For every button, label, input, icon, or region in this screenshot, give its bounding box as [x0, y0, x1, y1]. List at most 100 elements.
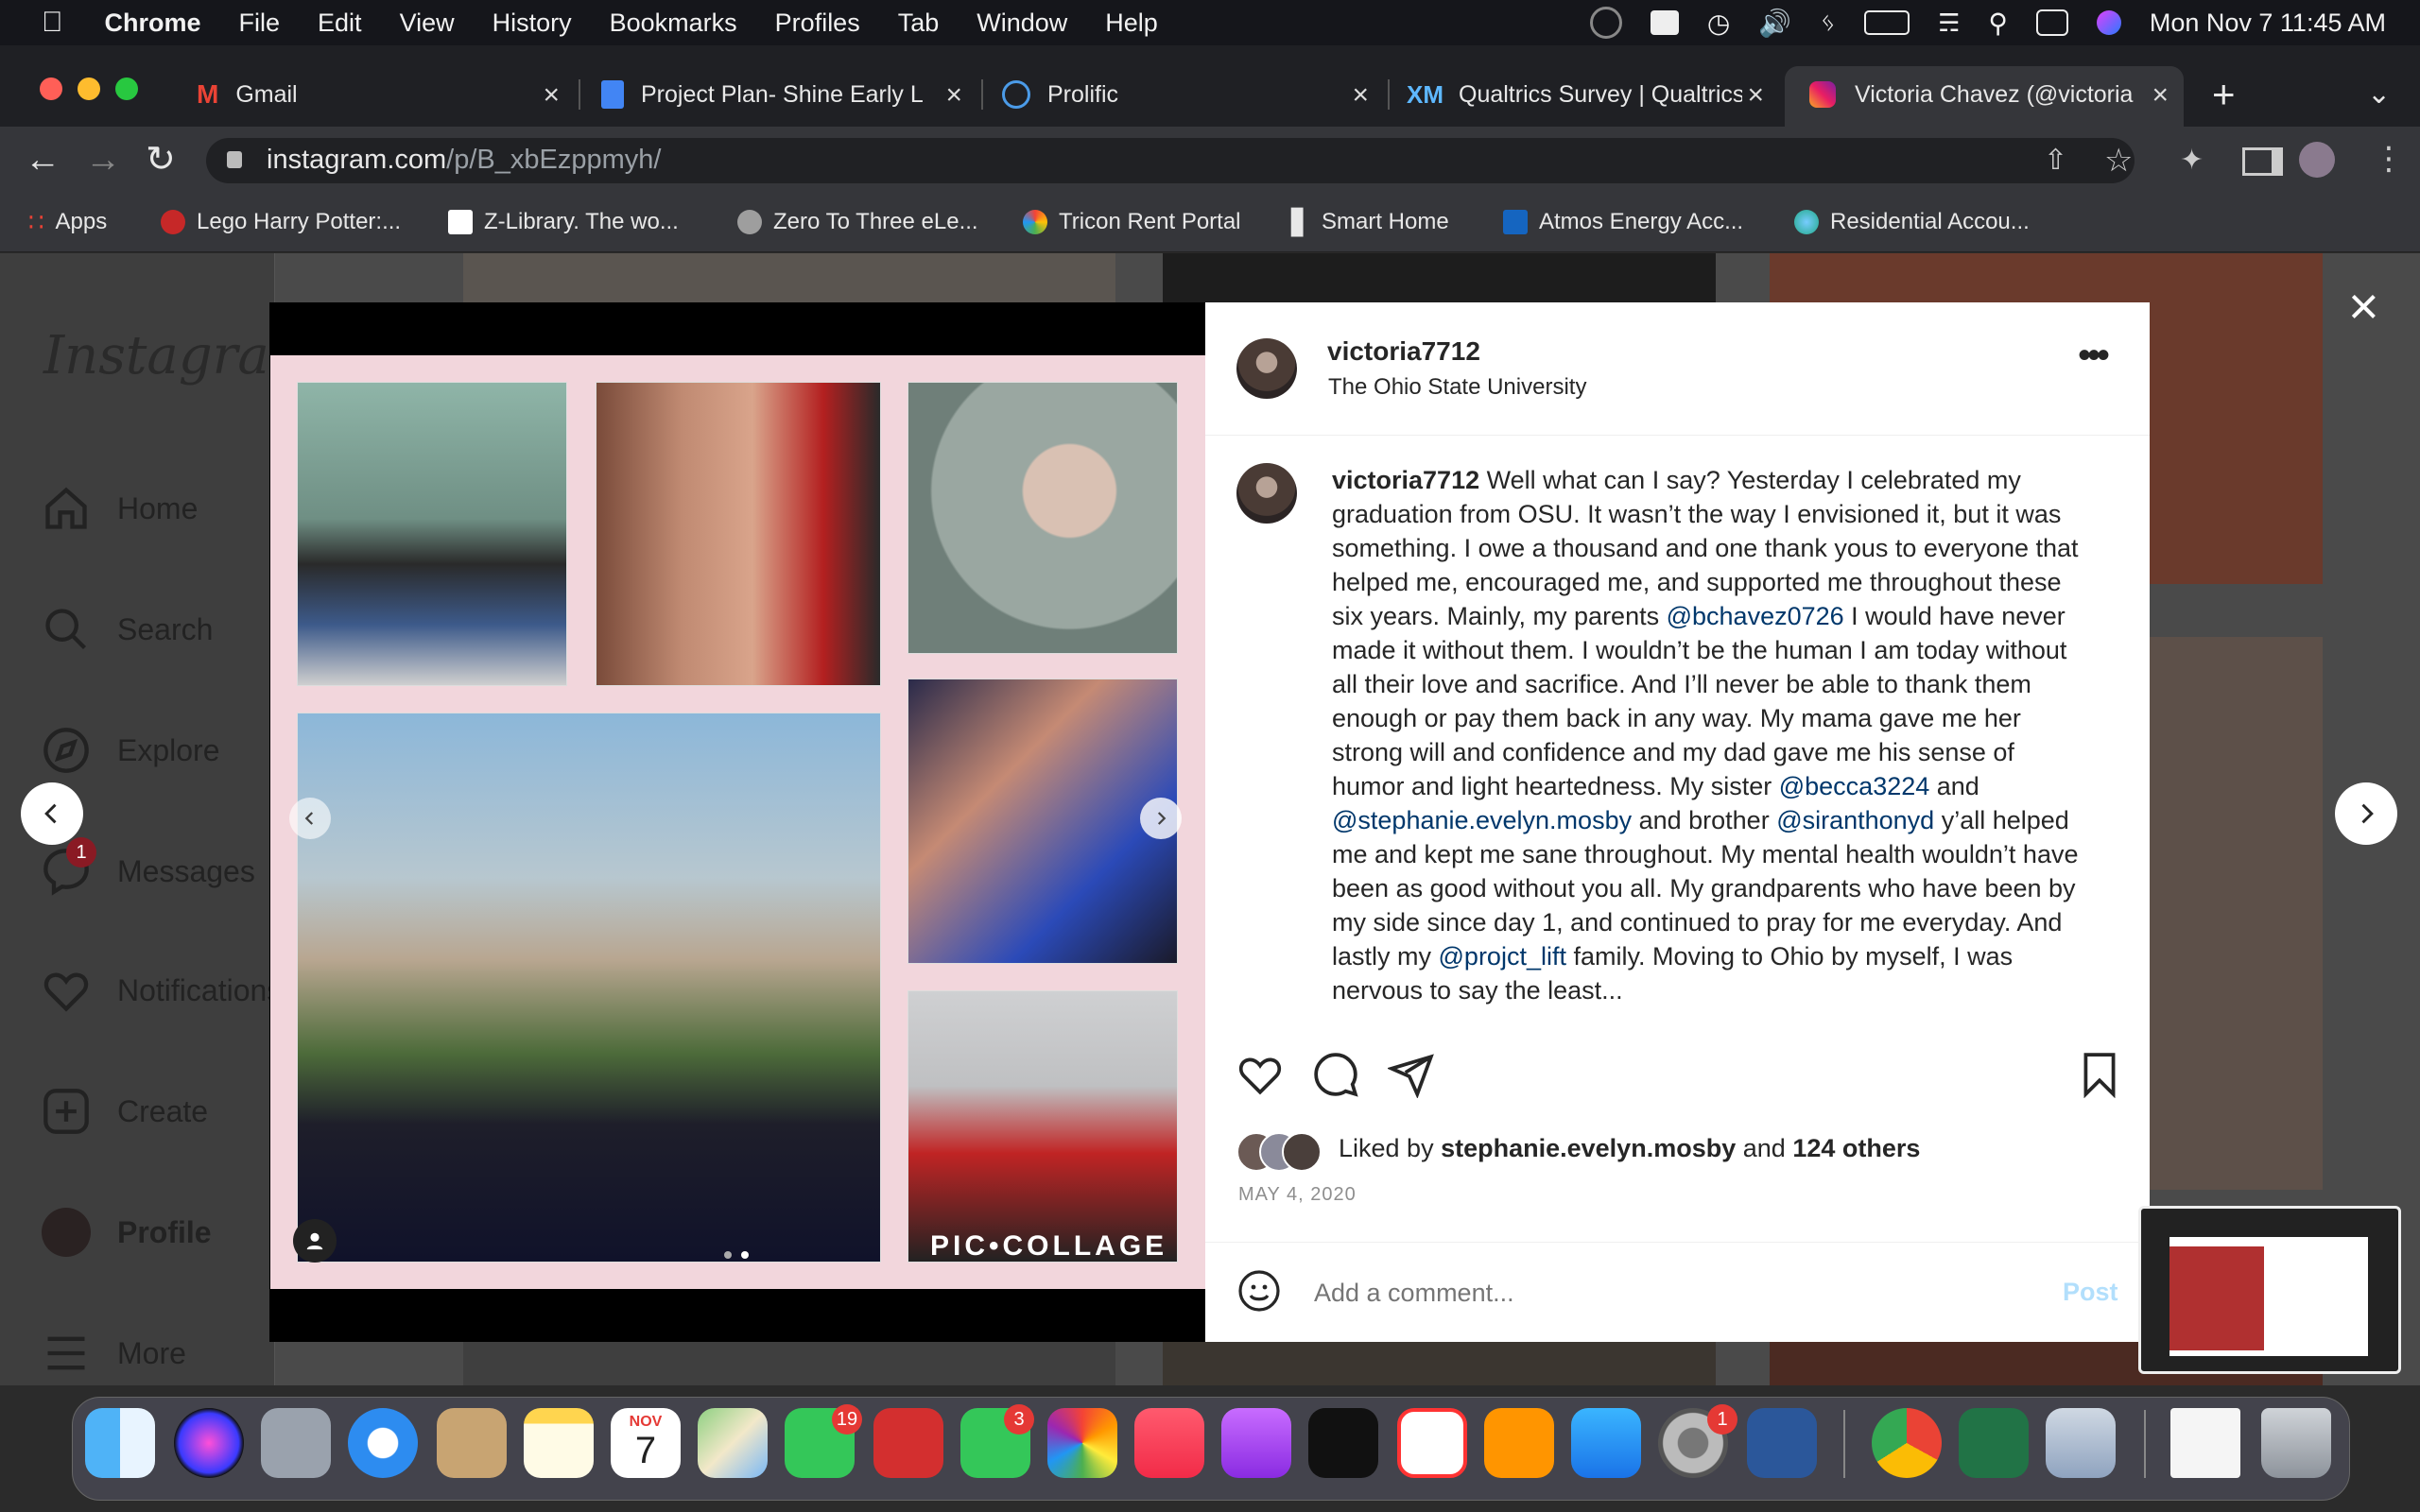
menu-file[interactable]: File — [239, 9, 281, 38]
close-tab-icon[interactable]: × — [2152, 79, 2169, 112]
dock-preview[interactable] — [2046, 1408, 2116, 1478]
dock-chrome[interactable] — [1872, 1408, 1942, 1478]
url-text[interactable]: instagram.com/p/B_xbEzppmyh/ — [267, 145, 661, 176]
bookmark-tricon[interactable]: Tricon Rent Portal — [1023, 207, 1241, 237]
nav-search[interactable]: Search — [42, 601, 213, 658]
dock-safari[interactable] — [348, 1408, 418, 1478]
dock-launchpad[interactable] — [261, 1408, 331, 1478]
dock-maps[interactable] — [698, 1408, 768, 1478]
caption-mention-link[interactable]: @projct_lift — [1439, 942, 1566, 971]
window-minimize-button[interactable] — [78, 77, 100, 100]
bookmark-lego[interactable]: Lego Harry Potter:... — [161, 207, 401, 237]
emoji-icon[interactable] — [1236, 1268, 1282, 1314]
tab-search-chevron-icon[interactable]: ⌄ — [2367, 77, 2391, 111]
chrome-menu-icon[interactable]: ⋮ — [2373, 140, 2405, 178]
new-tab-button[interactable]: + — [2212, 72, 2236, 117]
more-options-icon[interactable]: ••• — [2078, 336, 2110, 374]
caption-mention-link[interactable]: @becca3224 — [1779, 772, 1930, 800]
forward-button[interactable]: → — [85, 140, 121, 180]
dock-word[interactable] — [1747, 1408, 1817, 1478]
caption-author-avatar[interactable] — [1236, 463, 1297, 524]
reload-button[interactable]: ↻ — [146, 138, 176, 180]
nav-create[interactable]: Create — [42, 1083, 208, 1140]
spotlight-search-icon[interactable]: ⚲ — [1988, 8, 2008, 39]
nav-home[interactable]: Home — [42, 480, 198, 537]
caption-mention-link[interactable]: @stephanie.evelyn.mosby — [1332, 806, 1632, 834]
liked-by-username[interactable]: stephanie.evelyn.mosby — [1441, 1134, 1736, 1162]
dock-books[interactable] — [1484, 1408, 1554, 1478]
author-username[interactable]: victoria7712 — [1327, 336, 1480, 367]
dock-photos[interactable] — [1047, 1408, 1117, 1478]
author-avatar[interactable] — [1236, 338, 1297, 399]
menu-view[interactable]: View — [400, 9, 455, 38]
menu-app-name[interactable]: Chrome — [105, 9, 201, 38]
menu-history[interactable]: History — [493, 9, 572, 38]
dock-podcasts[interactable] — [1221, 1408, 1291, 1478]
nav-profile[interactable]: Profile — [42, 1204, 212, 1261]
dock-app-store[interactable] — [1571, 1408, 1641, 1478]
tab-project-plan[interactable]: Project Plan- Shine Early L × — [601, 68, 983, 121]
bookmark-star-icon[interactable]: ☆ — [2104, 142, 2133, 180]
caption-mention-link[interactable]: @bchavez0726 — [1667, 602, 1844, 630]
previous-post-button[interactable] — [21, 782, 83, 845]
menu-help[interactable]: Help — [1105, 9, 1158, 38]
close-tab-icon[interactable]: × — [945, 79, 962, 112]
bookmark-zlibrary[interactable]: Z-Library. The wo... — [448, 207, 679, 237]
battery-icon[interactable] — [1864, 10, 1910, 35]
post-comment-button[interactable]: Post — [2063, 1278, 2118, 1307]
close-tab-icon[interactable]: × — [1747, 79, 1764, 112]
post-date[interactable]: MAY 4, 2020 — [1238, 1184, 1357, 1206]
bookmark-zero-to-three[interactable]: Zero To Three eLe... — [737, 207, 978, 237]
profile-avatar[interactable] — [2299, 142, 2335, 178]
dock-finder[interactable] — [85, 1408, 155, 1478]
apple-icon[interactable]:  — [42, 7, 63, 39]
window-close-button[interactable] — [40, 77, 62, 100]
close-modal-icon[interactable]: × — [2348, 280, 2379, 333]
bookmark-apps[interactable]: ∷ Apps — [28, 207, 107, 237]
menu-tab[interactable]: Tab — [898, 9, 940, 38]
notification-icon[interactable] — [1650, 10, 1679, 35]
menu-profiles[interactable]: Profiles — [775, 9, 860, 38]
dock-trash[interactable] — [2261, 1408, 2331, 1478]
tab-qualtrics[interactable]: XM Qualtrics Survey | Qualtrics × — [1407, 68, 1764, 121]
menu-clock[interactable]: Mon Nov 7 11:45 AM — [2150, 9, 2386, 38]
comment-bubble-icon[interactable] — [1312, 1051, 1359, 1098]
caption-username[interactable]: victoria7712 — [1332, 466, 1479, 494]
dock-news[interactable] — [1397, 1408, 1467, 1478]
bookmark-atmos[interactable]: Atmos Energy Acc... — [1503, 207, 1743, 237]
tab-gmail[interactable]: M Gmail × — [197, 68, 580, 121]
menu-bookmarks[interactable]: Bookmarks — [610, 9, 737, 38]
close-tab-icon[interactable]: × — [543, 79, 560, 112]
close-tab-icon[interactable]: × — [1352, 79, 1369, 112]
dock-excel[interactable] — [1959, 1408, 2029, 1478]
dock-music[interactable] — [1134, 1408, 1204, 1478]
menu-window[interactable]: Window — [977, 9, 1067, 38]
time-machine-icon[interactable]: ◷ — [1707, 8, 1730, 39]
dock-siri[interactable] — [174, 1408, 244, 1478]
media-next-button[interactable] — [1140, 798, 1182, 839]
bluetooth-icon[interactable]: ᛃ — [1820, 8, 1836, 38]
share-paper-plane-icon[interactable] — [1388, 1051, 1435, 1098]
tab-prolific[interactable]: Prolific × — [1002, 68, 1390, 121]
control-center-icon[interactable] — [2035, 9, 2068, 36]
nav-notifications[interactable]: Notifications — [42, 962, 274, 1019]
comment-input[interactable] — [1312, 1270, 2034, 1315]
dock-photo-booth[interactable] — [873, 1408, 943, 1478]
side-panel-icon[interactable] — [2242, 147, 2283, 176]
nav-explore[interactable]: Explore — [42, 722, 220, 779]
save-bookmark-icon[interactable] — [2076, 1051, 2123, 1098]
menu-edit[interactable]: Edit — [318, 9, 362, 38]
back-button[interactable]: ← — [25, 140, 60, 180]
screenshot-thumbnail[interactable] — [2138, 1206, 2401, 1374]
liker-avatars[interactable] — [1236, 1132, 1327, 1172]
wifi-icon[interactable]: ☴ — [1938, 9, 1960, 38]
tagged-user-icon[interactable] — [293, 1219, 337, 1263]
media-prev-button[interactable] — [289, 798, 331, 839]
dock-contacts[interactable] — [437, 1408, 507, 1478]
dock-notes[interactable] — [524, 1408, 594, 1478]
dock-pdf-document[interactable] — [2170, 1408, 2240, 1478]
dock-tv[interactable] — [1308, 1408, 1378, 1478]
sync-icon[interactable] — [1589, 7, 1622, 39]
bookmark-residential[interactable]: Residential Accou... — [1794, 207, 2030, 237]
nav-more[interactable]: More — [42, 1325, 186, 1382]
